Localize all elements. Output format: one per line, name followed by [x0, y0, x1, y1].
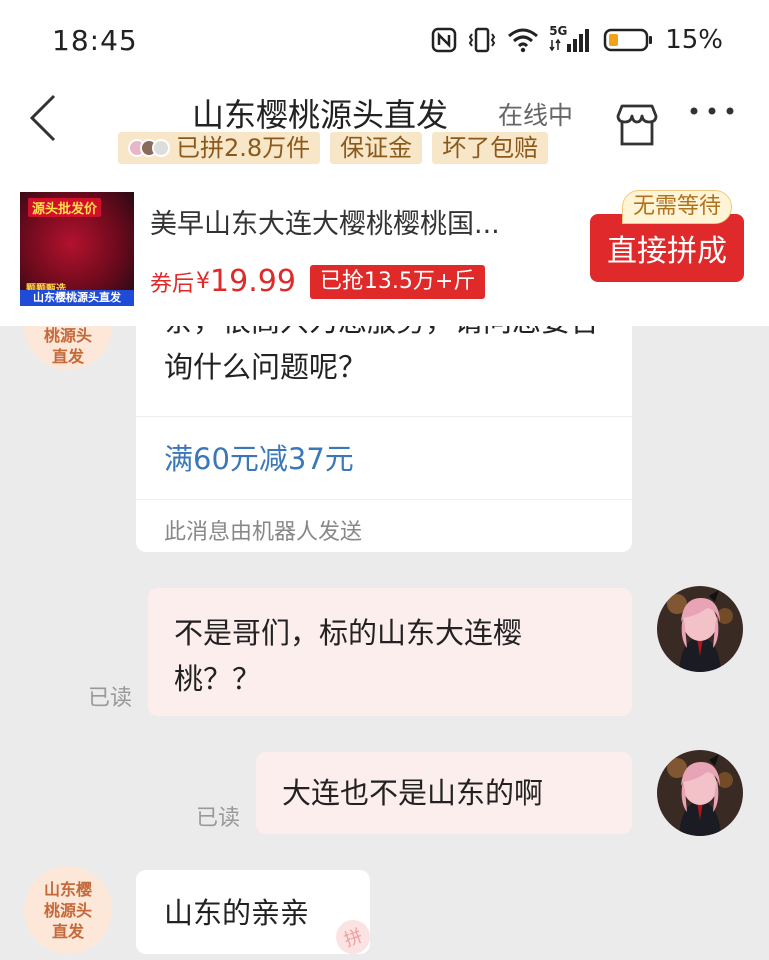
deposit-badge: 保证金: [330, 132, 423, 164]
shop-avatar-text: 桃源头直发: [43, 326, 92, 366]
price-row: 券后 ¥ 19.99 已抢13.5万+斤: [150, 264, 486, 299]
price-currency: ¥: [196, 269, 211, 294]
refund-badge: 坏了包赔: [432, 132, 549, 164]
read-status: 已读: [88, 686, 133, 711]
no-wait-badge: 无需等待: [622, 190, 733, 224]
product-card[interactable]: 源头批发价 颗颗甄选 山东樱桃源头直发 美早山东大连大樱桃樱桃国... 券后 ¥…: [0, 170, 769, 326]
divider: [136, 499, 632, 500]
group-buy-badge: 已拼2.8万件: [118, 132, 321, 164]
signal-icon: 5G: [549, 24, 593, 54]
divider: [136, 416, 632, 417]
robot-note: 此消息由机器人发送: [164, 520, 363, 545]
back-button[interactable]: [24, 92, 64, 142]
shop-avatar[interactable]: 山东樱桃源头直发: [24, 866, 112, 954]
user-avatar[interactable]: [657, 750, 743, 836]
battery-icon: [603, 28, 653, 52]
group-buy-badge-label: 已拼2.8万件: [176, 134, 311, 162]
shop-badges: 已拼2.8万件 保证金 坏了包赔: [118, 132, 549, 164]
store-icon: [616, 104, 658, 146]
status-bar: 18:45 5G 15%: [0, 0, 769, 80]
more-button[interactable]: [686, 94, 738, 134]
price-value: 19.99: [210, 264, 296, 299]
message-text: 大连也不是山东的啊: [282, 776, 544, 810]
status-time: 18:45: [52, 24, 138, 57]
message-text: 山东的亲亲: [164, 896, 310, 930]
status-icons: 5G 15%: [431, 24, 723, 56]
message-bubble-shop: 山东的亲亲: [136, 870, 370, 954]
direct-group-buy-button[interactable]: 直接拼成: [590, 214, 744, 282]
back-icon: [29, 94, 56, 142]
online-status: 在线中: [498, 101, 574, 130]
read-status: 已读: [196, 806, 241, 831]
user-avatar[interactable]: [657, 586, 743, 672]
message-bubble-me: 不是哥们，标的山东大连樱桃？？: [148, 588, 632, 716]
buyer-avatars: [128, 139, 170, 157]
coupon-link[interactable]: 满60元减37元: [164, 436, 354, 478]
thumb-shop-label: 山东樱桃源头直发: [20, 290, 134, 306]
message-bubble-shop: 亲，很高兴为您服务，请问您要咨询什么问题呢？ 满60元减37元 此消息由机器人发…: [136, 326, 632, 552]
shop-avatar[interactable]: 桃源头直发: [24, 326, 112, 370]
message-text: 不是哥们，标的山东大连樱桃？？: [174, 616, 523, 696]
message-text: 亲，很高兴为您服务，请问您要咨询什么问题呢？: [164, 326, 599, 384]
product-thumbnail[interactable]: 源头批发价 颗颗甄选 山东樱桃源头直发: [20, 192, 134, 306]
shop-avatar-text: 山东樱桃源头直发: [43, 879, 92, 941]
price-label: 券后: [150, 271, 195, 297]
more-icon: [690, 107, 734, 115]
vibrate-icon: [469, 27, 496, 53]
product-title[interactable]: 美早山东大连大樱桃樱桃国...: [150, 202, 570, 241]
chat-header: 山东樱桃源头直发 在线中 已拼2.8万件 保证金 坏了包赔: [0, 80, 769, 170]
store-button[interactable]: [612, 100, 662, 150]
battery-percent: 15%: [665, 25, 723, 55]
message-bubble-me: 大连也不是山东的啊: [256, 752, 632, 834]
chat-area[interactable]: 桃源头直发 亲，很高兴为您服务，请问您要咨询什么问题呢？ 满60元减37元 此消…: [0, 326, 769, 960]
sold-count-tag: 已抢13.5万+斤: [309, 264, 486, 299]
wifi-icon: [508, 28, 539, 53]
shop-name[interactable]: 山东樱桃源头直发: [192, 90, 448, 136]
nfc-icon: [431, 27, 457, 53]
thumb-promo-label: 源头批发价: [28, 198, 102, 217]
